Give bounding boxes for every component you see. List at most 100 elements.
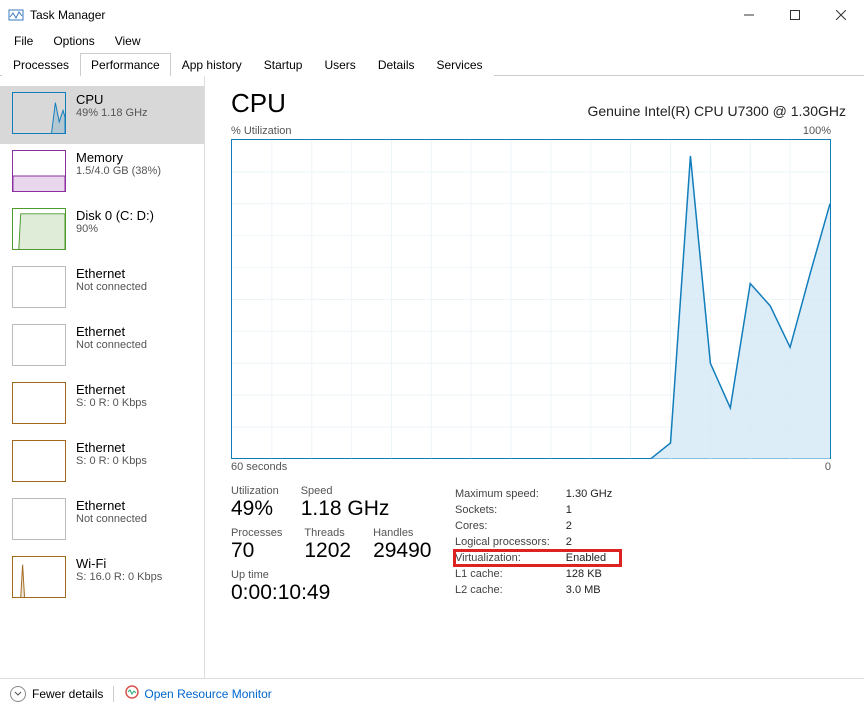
sidebar-item-title: Memory <box>76 150 161 165</box>
menu-file[interactable]: File <box>4 32 43 50</box>
sidebar-item-sub: Not connected <box>76 281 147 293</box>
close-button[interactable] <box>818 0 864 30</box>
info-key: Virtualization: <box>455 551 558 565</box>
sidebar-item-title: Ethernet <box>76 266 147 281</box>
tab-processes[interactable]: Processes <box>2 53 80 76</box>
sidebar-item-ethernet[interactable]: EthernetNot connected <box>0 318 204 376</box>
tab-services[interactable]: Services <box>426 53 494 76</box>
chevron-down-icon[interactable] <box>10 686 26 702</box>
resmon-label: Open Resource Monitor <box>144 687 271 701</box>
menu-view[interactable]: View <box>105 32 151 50</box>
window-controls <box>726 0 864 30</box>
thumb-chart <box>12 556 66 598</box>
info-table: Maximum speed:1.30 GHzSockets:1Cores:2Lo… <box>453 485 622 599</box>
info-row: L1 cache:128 KB <box>455 567 620 581</box>
chart-x-right: 0 <box>825 461 831 473</box>
sidebar: CPU49% 1.18 GHzMemory1.5/4.0 GB (38%)Dis… <box>0 76 205 678</box>
separator <box>113 686 114 702</box>
thumb-chart <box>12 266 66 308</box>
thumb-chart <box>12 92 66 134</box>
thumb-chart <box>12 208 66 250</box>
sidebar-item-wi-fi[interactable]: Wi-FiS: 16.0 R: 0 Kbps <box>0 550 204 608</box>
stats: Utilization 49% Speed 1.18 GHz Processes… <box>231 485 846 611</box>
sidebar-item-sub: Not connected <box>76 339 147 351</box>
sidebar-item-title: Ethernet <box>76 382 147 397</box>
sidebar-item-sub: S: 0 R: 0 Kbps <box>76 455 147 467</box>
sidebar-item-cpu[interactable]: CPU49% 1.18 GHz <box>0 86 204 144</box>
tab-users[interactable]: Users <box>313 53 366 76</box>
menu-options[interactable]: Options <box>43 32 104 50</box>
label-speed: Speed <box>301 485 390 497</box>
info-value: 3.0 MB <box>560 583 620 597</box>
info-row: L2 cache:3.0 MB <box>455 583 620 597</box>
label-processes: Processes <box>231 527 282 539</box>
value-utilization: 49% <box>231 497 279 521</box>
info-key: L2 cache: <box>455 583 558 597</box>
info-value: 1 <box>560 503 620 517</box>
thumb-chart <box>12 324 66 366</box>
sidebar-item-title: Ethernet <box>76 440 147 455</box>
taskmanager-icon <box>8 7 24 23</box>
info-key: Maximum speed: <box>455 487 558 501</box>
info-value: 128 KB <box>560 567 620 581</box>
tab-startup[interactable]: Startup <box>253 53 314 76</box>
value-speed: 1.18 GHz <box>301 497 390 521</box>
info-row: Cores:2 <box>455 519 620 533</box>
sidebar-item-ethernet[interactable]: EthernetNot connected <box>0 260 204 318</box>
sidebar-item-ethernet[interactable]: EthernetNot connected <box>0 492 204 550</box>
chart-y-label: % Utilization <box>231 125 292 137</box>
sidebar-item-disk-0-c-d-[interactable]: Disk 0 (C: D:)90% <box>0 202 204 260</box>
tab-app-history[interactable]: App history <box>171 53 253 76</box>
sidebar-item-sub: Not connected <box>76 513 147 525</box>
value-uptime: 0:00:10:49 <box>231 581 431 605</box>
sidebar-item-memory[interactable]: Memory1.5/4.0 GB (38%) <box>0 144 204 202</box>
value-threads: 1202 <box>304 539 351 563</box>
resource-monitor-link[interactable]: Open Resource Monitor <box>124 684 271 703</box>
maximize-button[interactable] <box>772 0 818 30</box>
titlebar: Task Manager <box>0 0 864 30</box>
tab-performance[interactable]: Performance <box>80 53 171 76</box>
info-key: L1 cache: <box>455 567 558 581</box>
main-panel: CPU Genuine Intel(R) CPU U7300 @ 1.30GHz… <box>205 76 864 678</box>
info-value: 1.30 GHz <box>560 487 620 501</box>
window-title: Task Manager <box>30 8 726 22</box>
resmon-icon <box>124 684 140 703</box>
info-key: Logical processors: <box>455 535 558 549</box>
label-uptime: Up time <box>231 569 431 581</box>
label-threads: Threads <box>304 527 351 539</box>
sidebar-item-sub: S: 0 R: 0 Kbps <box>76 397 147 409</box>
info-key: Sockets: <box>455 503 558 517</box>
sidebar-item-title: Wi-Fi <box>76 556 162 571</box>
sidebar-item-sub: 90% <box>76 223 154 235</box>
sidebar-item-sub: S: 16.0 R: 0 Kbps <box>76 571 162 583</box>
fewer-details-link[interactable]: Fewer details <box>32 687 103 701</box>
thumb-chart <box>12 150 66 192</box>
info-row: Logical processors:2 <box>455 535 620 549</box>
thumb-chart <box>12 382 66 424</box>
chart-y-max: 100% <box>803 125 831 137</box>
chart-x-left: 60 seconds <box>231 461 287 473</box>
cpu-chart <box>231 139 831 459</box>
info-row: Maximum speed:1.30 GHz <box>455 487 620 501</box>
page-title: CPU <box>231 88 286 119</box>
footer: Fewer details Open Resource Monitor <box>0 678 864 708</box>
info-value: 2 <box>560 535 620 549</box>
value-handles: 29490 <box>373 539 431 563</box>
label-utilization: Utilization <box>231 485 279 497</box>
content: CPU49% 1.18 GHzMemory1.5/4.0 GB (38%)Dis… <box>0 76 864 678</box>
label-handles: Handles <box>373 527 431 539</box>
sidebar-item-title: Ethernet <box>76 324 147 339</box>
sidebar-item-title: Disk 0 (C: D:) <box>76 208 154 223</box>
menubar: File Options View <box>0 30 864 52</box>
sidebar-item-title: Ethernet <box>76 498 147 513</box>
tab-details[interactable]: Details <box>367 53 426 76</box>
thumb-chart <box>12 498 66 540</box>
tabs: Processes Performance App history Startu… <box>0 52 864 76</box>
sidebar-item-ethernet[interactable]: EthernetS: 0 R: 0 Kbps <box>0 376 204 434</box>
sidebar-item-ethernet[interactable]: EthernetS: 0 R: 0 Kbps <box>0 434 204 492</box>
cpu-name: Genuine Intel(R) CPU U7300 @ 1.30GHz <box>587 103 846 119</box>
minimize-button[interactable] <box>726 0 772 30</box>
sidebar-item-sub: 49% 1.18 GHz <box>76 107 148 119</box>
value-processes: 70 <box>231 539 282 563</box>
info-row: Sockets:1 <box>455 503 620 517</box>
